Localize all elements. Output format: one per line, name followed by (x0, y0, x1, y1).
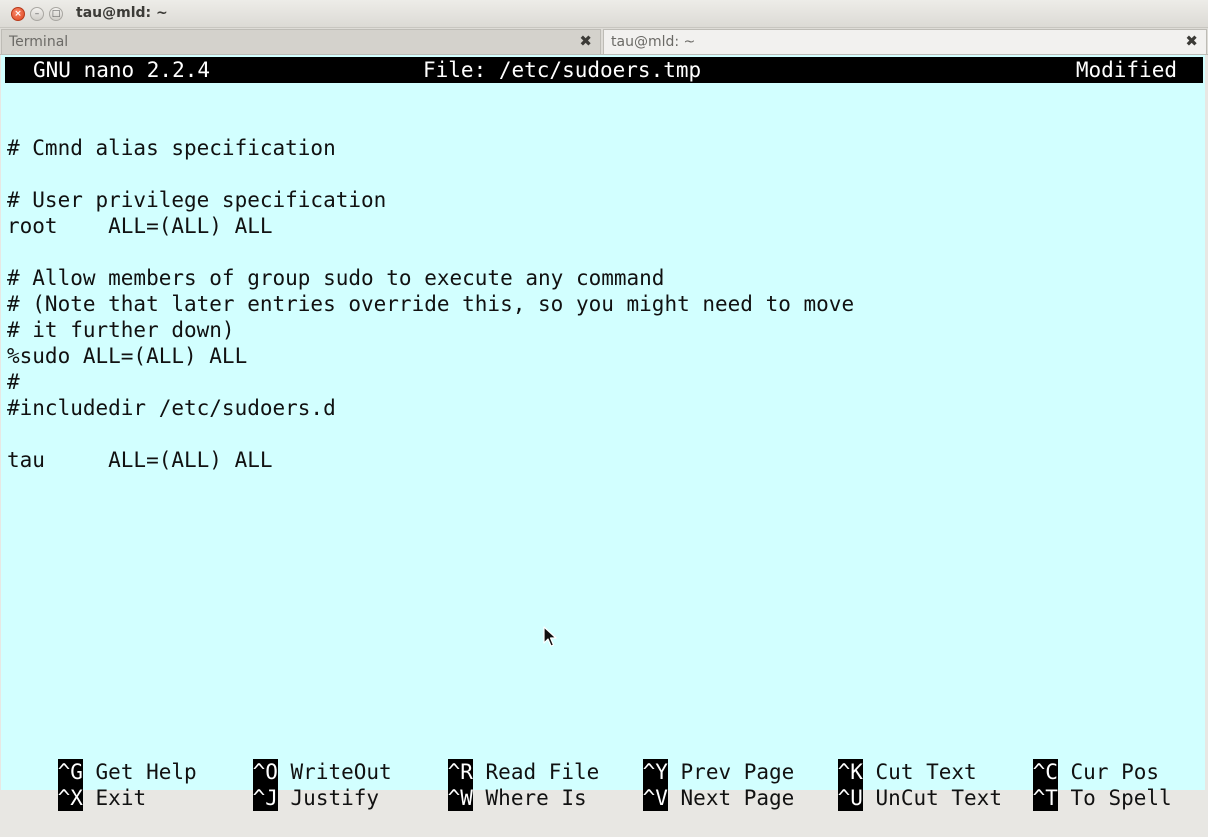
shortcut-key: ^U (837, 785, 863, 811)
shortcut-cut-text: ^K Cut Text (787, 733, 977, 785)
shortcut-justify: ^J Justify (202, 759, 379, 811)
shortcut-key: ^V (642, 785, 668, 811)
editor-line[interactable]: # (7, 369, 20, 395)
shortcut-cur-pos: ^C Cur Pos (982, 733, 1159, 785)
terminal-area[interactable]: GNU nano 2.2.4 File: /etc/sudoers.tmp Mo… (1, 55, 1205, 811)
shortcut-label: Next Page (680, 786, 795, 810)
window-maximize-icon[interactable]: □ (49, 7, 63, 21)
editor-line[interactable]: # it further down) (7, 317, 235, 343)
tab-close-icon[interactable]: ✖ (1185, 32, 1198, 50)
nano-filename: File: /etc/sudoers.tmp (423, 58, 702, 82)
shortcut-label: Where Is (485, 786, 587, 810)
editor-line[interactable]: # Cmnd alias specification (7, 135, 336, 161)
shortcut-next-page: ^V Next Page (592, 759, 794, 811)
shortcut-uncut-text: ^U UnCut Text (787, 759, 1002, 811)
editor-line[interactable]: # User privilege specification (7, 187, 386, 213)
nano-version: GNU nano 2.2.4 (33, 58, 211, 82)
shortcut-label: To Spell (1070, 786, 1172, 810)
mouse-pointer-icon (543, 626, 557, 647)
shortcut-get-help: ^G Get Help (7, 733, 197, 785)
shortcut-label: Exit (95, 786, 147, 810)
editor-line[interactable]: # (Note that later entries override this… (7, 291, 854, 317)
nano-header-bar: GNU nano 2.2.4 File: /etc/sudoers.tmp Mo… (5, 57, 1203, 83)
tab-tau-mld[interactable]: tau@mld: ~ ✖ (603, 29, 1207, 54)
window-titlebar[interactable]: × – □ tau@mld: ~ (0, 0, 1208, 28)
window-title: tau@mld: ~ (76, 5, 168, 21)
window-close-icon[interactable]: × (11, 7, 25, 21)
shortcut-key: ^W (447, 785, 473, 811)
editor-line[interactable]: #includedir /etc/sudoers.d (7, 395, 336, 421)
tab-bar: Terminal ✖ tau@mld: ~ ✖ (0, 28, 1208, 55)
shortcut-exit: ^X Exit (7, 759, 146, 811)
window-minimize-icon[interactable]: – (30, 7, 44, 21)
shortcut-label: Justify (290, 786, 380, 810)
shortcut-key: ^J (252, 785, 278, 811)
shortcut-key: ^X (57, 785, 83, 811)
shortcut-where-is: ^W Where Is (397, 759, 587, 811)
editor-line[interactable]: tau ALL=(ALL) ALL (7, 447, 273, 473)
nano-modified-status: Modified (1075, 58, 1177, 82)
shortcut-read-file: ^R Read File (397, 733, 599, 785)
editor-line[interactable]: %sudo ALL=(ALL) ALL (7, 343, 247, 369)
tab-close-icon[interactable]: ✖ (579, 32, 592, 50)
shortcut-to-spell: ^T To Spell (982, 759, 1172, 811)
tab-label: tau@mld: ~ (611, 34, 696, 50)
shortcut-prev-page: ^Y Prev Page (592, 733, 794, 785)
tab-terminal[interactable]: Terminal ✖ (1, 29, 601, 54)
shortcut-writeout: ^O WriteOut (202, 733, 392, 785)
editor-line[interactable]: # Allow members of group sudo to execute… (7, 265, 664, 291)
tab-label: Terminal (9, 34, 69, 50)
editor-line[interactable]: root ALL=(ALL) ALL (7, 213, 273, 239)
shortcut-key: ^T (1032, 785, 1058, 811)
